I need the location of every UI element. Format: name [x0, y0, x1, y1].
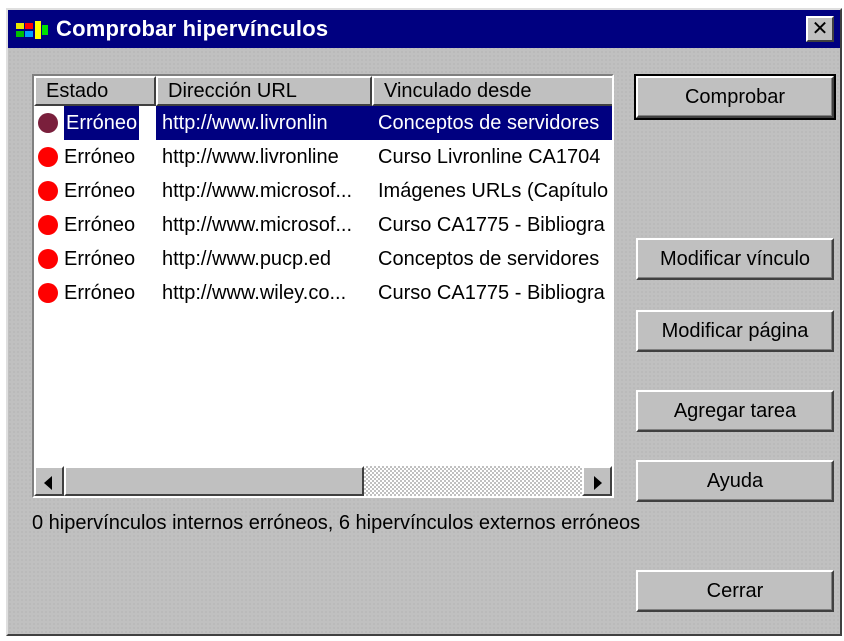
status-dot-icon — [38, 181, 58, 201]
scrollbar-thumb[interactable] — [64, 466, 364, 496]
state-label: Erróneo — [64, 214, 136, 236]
state-label: Erróneo — [64, 180, 136, 202]
state-label: Erróneo — [64, 106, 140, 140]
horizontal-scrollbar[interactable] — [34, 466, 612, 496]
list-header: Estado Dirección URL Vinculado desde — [34, 76, 612, 106]
state-cell: Erróneo — [34, 174, 156, 208]
list-item[interactable]: Erróneo http://www.microsof... Curso CA177… — [34, 208, 612, 242]
linked-from-cell: Curso CA1775 - Bibliogra — [378, 282, 605, 304]
list-item[interactable]: Erróneo http://www.livronline Curso Livron… — [34, 140, 612, 174]
url-cell: http://www.wiley.co... — [162, 282, 347, 304]
edit-page-button[interactable]: Modificar página — [636, 310, 834, 352]
status-dot-icon — [38, 249, 58, 269]
column-header-linked-from[interactable]: Vinculado desde — [372, 76, 612, 106]
url-cell: http://www.pucp.ed — [162, 248, 331, 270]
url-cell: http://www.livronline — [162, 146, 339, 168]
state-cell: Erróneo — [34, 208, 156, 242]
title-bar[interactable]: Comprobar hipervínculos ✕ — [8, 10, 840, 48]
state-label: Erróneo — [64, 146, 136, 168]
close-icon[interactable]: ✕ — [806, 16, 834, 42]
status-dot-icon — [38, 215, 58, 235]
check-button[interactable]: Comprobar — [634, 74, 836, 120]
linked-from-cell: Curso Livronline CA1704 — [378, 146, 601, 168]
status-summary: 0 hipervínculos internos erróneos, 6 hip… — [32, 512, 641, 534]
scroll-right-arrow-icon — [594, 476, 602, 490]
state-cell: Erróneo — [34, 276, 156, 310]
scroll-left-button[interactable] — [34, 466, 64, 496]
state-label: Erróneo — [64, 248, 136, 270]
list-item[interactable]: Erróneo http://www.livronlin Conceptos de … — [34, 106, 612, 140]
state-cell: Erróneo — [34, 242, 156, 276]
column-header-state[interactable]: Estado — [34, 76, 156, 106]
state-label: Erróneo — [64, 282, 136, 304]
linked-from-cell: Imágenes URLs (Capítulo — [378, 180, 609, 202]
close-button[interactable]: Cerrar — [636, 570, 834, 612]
linked-from-cell: Curso CA1775 - Bibliogra — [378, 214, 605, 236]
url-cell: http://www.microsof... — [162, 214, 353, 236]
check-hyperlinks-dialog: Comprobar hipervínculos ✕ Estado Direcci… — [6, 8, 842, 636]
state-cell: Erróneo — [34, 106, 156, 140]
app-icon — [16, 21, 48, 39]
status-dot-icon — [38, 283, 58, 303]
list-item[interactable]: Erróneo http://www.pucp.ed Conceptos de se… — [34, 242, 612, 276]
state-cell: Erróneo — [34, 140, 156, 174]
scroll-left-arrow-icon — [44, 476, 52, 490]
list-item[interactable]: Erróneo http://www.wiley.co... Curso CA177… — [34, 276, 612, 310]
url-cell: http://www.livronlin — [156, 106, 372, 140]
add-task-button[interactable]: Agregar tarea — [636, 390, 834, 432]
column-header-url[interactable]: Dirección URL — [156, 76, 372, 106]
help-button[interactable]: Ayuda — [636, 460, 834, 502]
edit-link-button[interactable]: Modificar vínculo — [636, 238, 834, 280]
scroll-right-button[interactable] — [582, 466, 612, 496]
linked-from-cell: Conceptos de servidores — [372, 106, 612, 140]
status-dot-icon — [38, 113, 58, 133]
status-dot-icon — [38, 147, 58, 167]
url-cell: http://www.microsof... — [162, 180, 353, 202]
hyperlinks-list[interactable]: Estado Dirección URL Vinculado desde Err… — [32, 74, 614, 498]
dialog-title: Comprobar hipervínculos — [56, 16, 329, 41]
list-item[interactable]: Erróneo http://www.microsof... Imágenes UR… — [34, 174, 612, 208]
linked-from-cell: Conceptos de servidores — [378, 248, 600, 270]
